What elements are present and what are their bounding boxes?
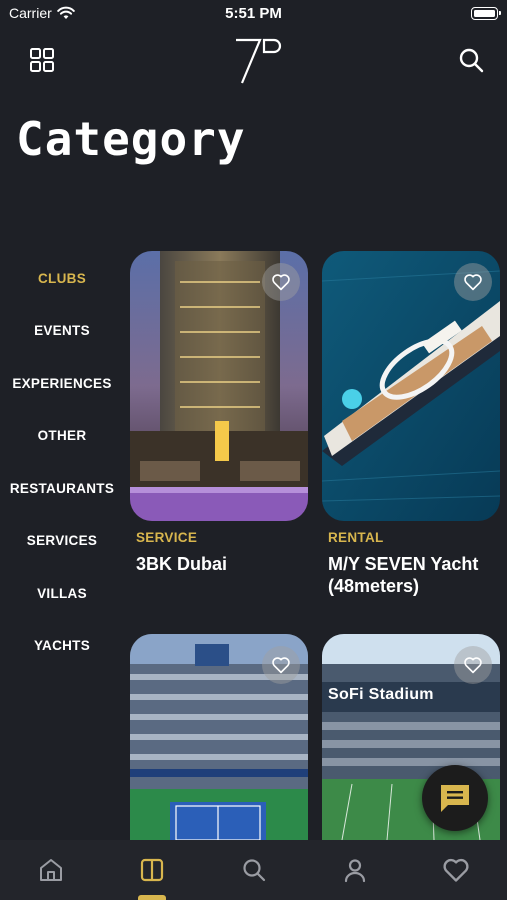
card-tag-yacht: RENTAL	[328, 530, 384, 545]
category-other[interactable]: OTHER	[0, 428, 124, 443]
tab-home[interactable]	[0, 840, 101, 900]
stadium-sign: SoFi Stadium	[328, 686, 434, 704]
search-icon	[242, 859, 265, 882]
search-icon	[459, 48, 484, 73]
favorite-button-yacht[interactable]	[454, 263, 492, 301]
category-events[interactable]: EVENTS	[0, 323, 124, 338]
tab-favorites[interactable]	[406, 840, 507, 900]
categories-icon	[141, 858, 164, 882]
category-villas[interactable]: VILLAS	[0, 586, 124, 601]
category-services[interactable]: SERVICES	[0, 533, 124, 548]
category-clubs[interactable]: CLUBS	[0, 271, 124, 286]
profile-icon	[344, 859, 366, 883]
tab-profile[interactable]	[304, 840, 405, 900]
venue-card-3bk-dubai[interactable]	[130, 251, 308, 521]
venue-card-tennis[interactable]	[130, 634, 308, 840]
chat-button[interactable]	[422, 765, 488, 831]
header-search-button[interactable]	[457, 46, 485, 74]
heart-icon	[443, 858, 469, 882]
tab-search[interactable]	[203, 840, 304, 900]
top-nav	[0, 34, 507, 90]
category-experiences[interactable]: EXPERIENCES	[0, 376, 124, 391]
status-bar: Carrier 5:51 PM	[0, 0, 507, 30]
brand-logo	[236, 38, 282, 84]
page-title: Category	[16, 112, 246, 166]
venue-card-yacht[interactable]	[322, 251, 500, 521]
favorite-button-sofi[interactable]	[454, 646, 492, 684]
card-title-yacht[interactable]: M/Y SEVEN Yacht (48meters)	[328, 553, 507, 597]
category-restaurants[interactable]: RESTAURANTS	[0, 481, 124, 496]
grid-view-button[interactable]	[28, 46, 56, 74]
tab-categories[interactable]	[101, 840, 202, 900]
heart-icon	[464, 274, 482, 291]
chat-icon	[441, 785, 469, 812]
favorite-button-3bk[interactable]	[262, 263, 300, 301]
grid-icon	[30, 48, 54, 72]
heart-icon	[464, 657, 482, 674]
tab-bar	[0, 840, 507, 900]
status-time: 5:51 PM	[225, 5, 282, 22]
heart-icon	[272, 657, 290, 674]
category-yachts[interactable]: YACHTS	[0, 638, 124, 653]
battery-icon	[471, 7, 501, 20]
stadium-sign-text: SoFi Stadium	[328, 686, 434, 703]
active-tab-indicator	[138, 895, 167, 900]
favorite-button-tennis[interactable]	[262, 646, 300, 684]
heart-icon	[272, 274, 290, 291]
card-tag-3bk: SERVICE	[136, 530, 198, 545]
home-icon	[39, 859, 62, 881]
card-title-3bk[interactable]: 3BK Dubai	[136, 553, 316, 575]
